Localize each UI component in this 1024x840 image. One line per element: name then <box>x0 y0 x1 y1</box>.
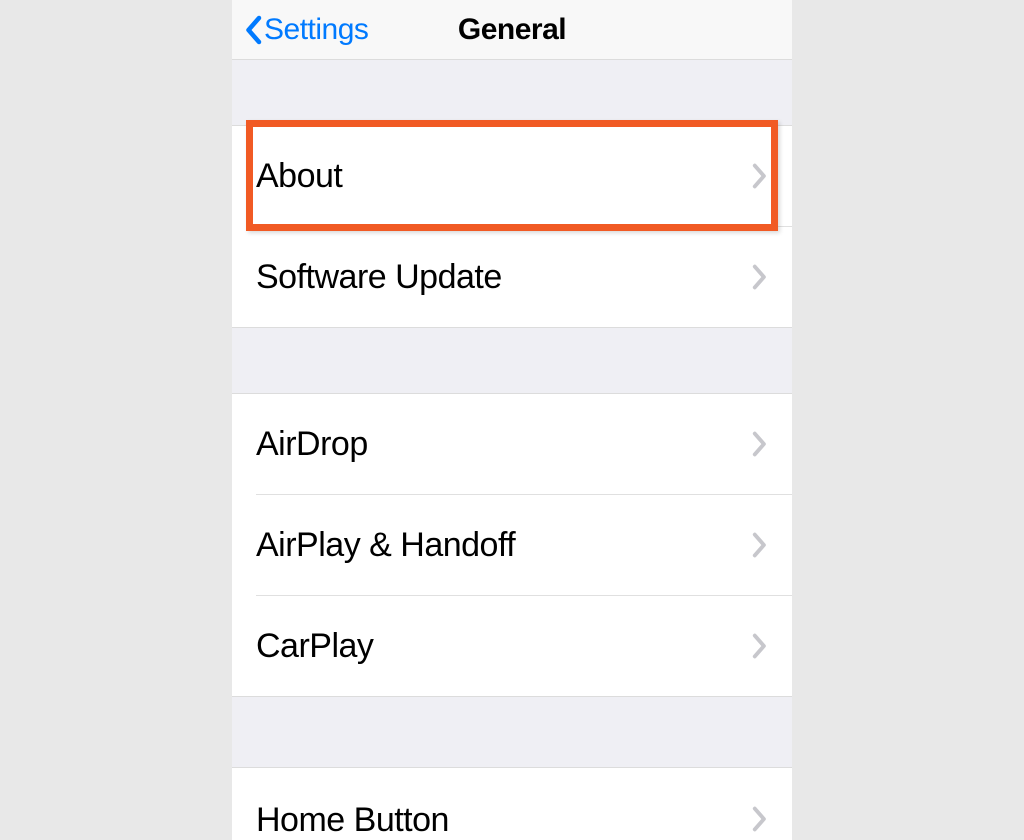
row-label: About <box>256 157 342 196</box>
chevron-left-icon <box>244 15 262 45</box>
settings-group-2: AirDrop AirPlay & Handoff CarPlay <box>232 393 792 697</box>
settings-screen: Settings General About Software Update <box>232 0 792 840</box>
row-label: CarPlay <box>256 627 373 666</box>
row-label: AirPlay & Handoff <box>256 526 515 565</box>
page-title: General <box>458 13 566 47</box>
chevron-right-icon <box>752 633 768 659</box>
back-button[interactable]: Settings <box>244 13 368 47</box>
row-airplay-handoff[interactable]: AirPlay & Handoff <box>232 495 792 595</box>
navigation-bar: Settings General <box>232 0 792 60</box>
row-label: Software Update <box>256 258 502 297</box>
row-about[interactable]: About <box>232 126 792 226</box>
row-software-update[interactable]: Software Update <box>232 227 792 327</box>
row-airdrop[interactable]: AirDrop <box>232 394 792 494</box>
row-label: Home Button <box>256 801 449 840</box>
settings-group-1: About Software Update <box>232 125 792 328</box>
chevron-right-icon <box>752 264 768 290</box>
row-carplay[interactable]: CarPlay <box>232 596 792 696</box>
chevron-right-icon <box>752 163 768 189</box>
chevron-right-icon <box>752 431 768 457</box>
settings-group-3: Home Button <box>232 767 792 840</box>
back-label: Settings <box>264 13 368 47</box>
row-label: AirDrop <box>256 425 368 464</box>
row-home-button[interactable]: Home Button <box>232 768 792 840</box>
chevron-right-icon <box>752 532 768 558</box>
chevron-right-icon <box>752 806 768 832</box>
